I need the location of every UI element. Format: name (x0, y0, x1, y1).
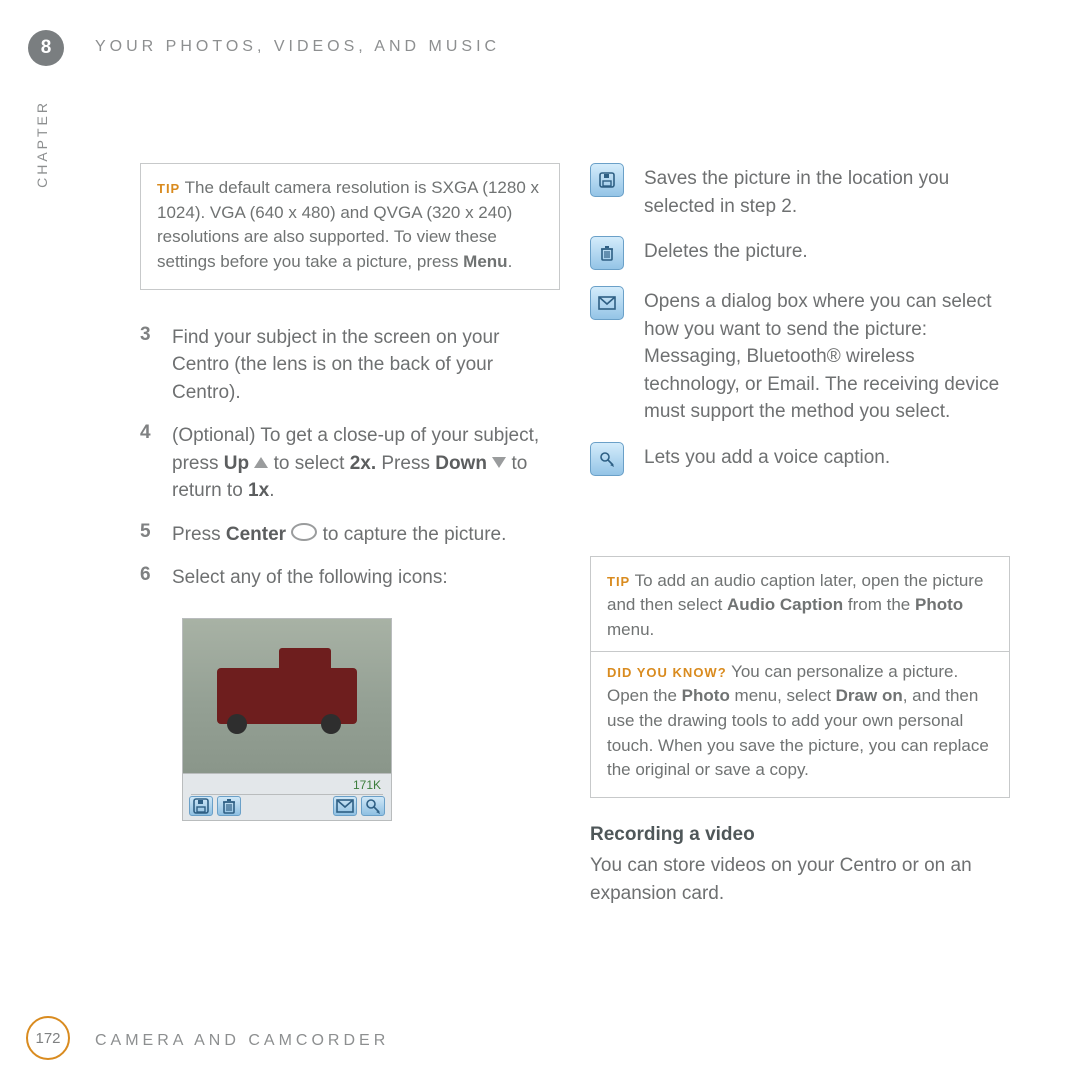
step-number: 4 (140, 422, 158, 505)
camera-preview-screenshot: 171K (182, 618, 392, 821)
icon-desc: Deletes the picture. (644, 238, 808, 270)
tip-label: TIP (157, 181, 180, 196)
tip2-content: TIP To add an audio caption later, open … (607, 569, 993, 643)
envelope-icon (590, 286, 624, 320)
truck-image (217, 668, 357, 724)
icon-desc: Saves the picture in the location you se… (644, 165, 1010, 220)
did-you-know-label: DID YOU KNOW? (607, 665, 727, 680)
step-5: 5 Press Center to capture the picture. (140, 521, 560, 549)
icon-desc: Lets you add a voice caption. (644, 444, 890, 476)
step-3: 3 Find your subject in the screen on you… (140, 324, 560, 407)
file-size-label: 171K (353, 778, 381, 792)
step-number: 3 (140, 324, 158, 407)
save-icon (189, 796, 213, 816)
page-number-badge: 172 (26, 1016, 70, 1060)
mic-icon (590, 442, 624, 476)
running-header: YOUR PHOTOS, VIDEOS, AND MUSIC (95, 38, 500, 56)
preview-toolbar: 171K (183, 773, 391, 820)
trash-icon (590, 236, 624, 270)
icon-row-send: Opens a dialog box where you can select … (590, 286, 1010, 426)
tip-label: TIP (607, 574, 630, 589)
running-footer: CAMERA AND CAMCORDER (95, 1032, 389, 1050)
step-4: 4 (Optional) To get a close-up of your s… (140, 422, 560, 505)
left-column: TIP The default camera resolution is SXG… (140, 163, 560, 821)
step-text: Press Center to capture the picture. (172, 521, 560, 549)
chapter-number-badge: 8 (28, 30, 64, 66)
step-text: Select any of the following icons: (172, 564, 560, 592)
trash-icon (217, 796, 241, 816)
icon-row-save: Saves the picture in the location you se… (590, 163, 1010, 220)
icon-desc: Opens a dialog box where you can select … (644, 288, 1010, 426)
tip-box-1: TIP The default camera resolution is SXG… (140, 163, 560, 290)
preview-photo (183, 619, 391, 773)
step-number: 6 (140, 564, 158, 592)
section-paragraph: You can store videos on your Centro or o… (590, 852, 1010, 907)
steps-list: 3 Find your subject in the screen on you… (140, 324, 560, 592)
right-column: Saves the picture in the location you se… (590, 163, 1010, 907)
step-number: 5 (140, 521, 158, 549)
up-arrow-icon (254, 457, 268, 468)
tip-bold: Menu (463, 252, 507, 271)
tip-box-2: TIP To add an audio caption later, open … (590, 556, 1010, 798)
icon-row-delete: Deletes the picture. (590, 236, 1010, 270)
section-heading: Recording a video (590, 824, 1010, 846)
envelope-icon (333, 796, 357, 816)
icon-row-voice: Lets you add a voice caption. (590, 442, 1010, 476)
down-arrow-icon (492, 457, 506, 468)
divider (591, 651, 1009, 652)
center-button-icon (291, 523, 317, 541)
step-text: Find your subject in the screen on your … (172, 324, 560, 407)
manual-page: 8 YOUR PHOTOS, VIDEOS, AND MUSIC CHAPTER… (0, 0, 1080, 1080)
step-text: (Optional) To get a close-up of your sub… (172, 422, 560, 505)
mic-icon (361, 796, 385, 816)
chapter-side-label: CHAPTER (34, 100, 50, 188)
step-6: 6 Select any of the following icons: (140, 564, 560, 592)
did-you-know-content: DID YOU KNOW? You can personalize a pict… (607, 660, 993, 783)
save-icon (590, 163, 624, 197)
